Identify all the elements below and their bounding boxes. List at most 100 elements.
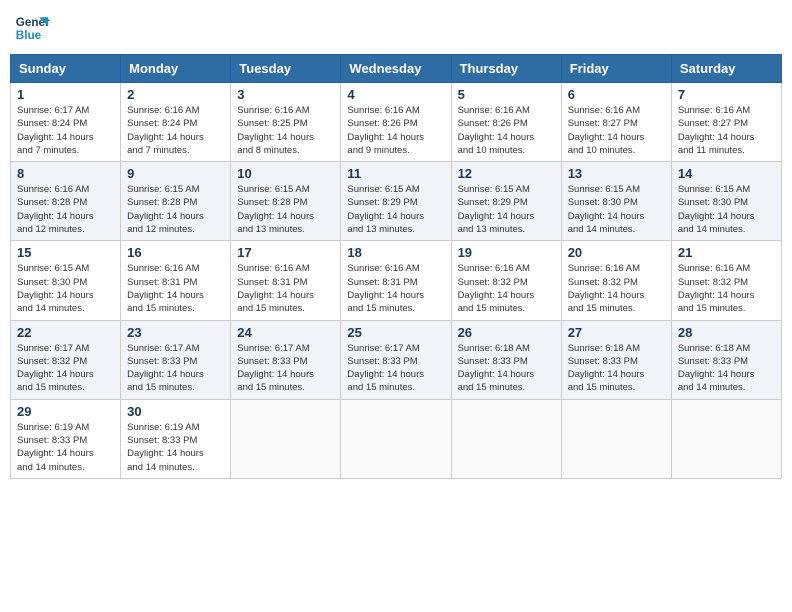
day-number: 18: [347, 245, 444, 260]
day-info: Sunrise: 6:15 AM Sunset: 8:30 PM Dayligh…: [17, 262, 114, 315]
calendar-cell: 11 Sunrise: 6:15 AM Sunset: 8:29 PM Dayli…: [341, 162, 451, 241]
col-header-wednesday: Wednesday: [341, 55, 451, 83]
calendar-cell: 30 Sunrise: 6:19 AM Sunset: 8:33 PM Dayli…: [121, 399, 231, 478]
calendar-cell: 7 Sunrise: 6:16 AM Sunset: 8:27 PM Daylig…: [671, 83, 781, 162]
calendar-cell: 2 Sunrise: 6:16 AM Sunset: 8:24 PM Daylig…: [121, 83, 231, 162]
svg-text:Blue: Blue: [16, 29, 42, 42]
calendar-header-row: SundayMondayTuesdayWednesdayThursdayFrid…: [11, 55, 782, 83]
day-number: 27: [568, 325, 665, 340]
day-number: 29: [17, 404, 114, 419]
day-number: 1: [17, 87, 114, 102]
day-info: Sunrise: 6:16 AM Sunset: 8:27 PM Dayligh…: [568, 104, 665, 157]
calendar-cell: 12 Sunrise: 6:15 AM Sunset: 8:29 PM Dayli…: [451, 162, 561, 241]
day-number: 7: [678, 87, 775, 102]
day-number: 21: [678, 245, 775, 260]
day-info: Sunrise: 6:16 AM Sunset: 8:32 PM Dayligh…: [678, 262, 775, 315]
col-header-tuesday: Tuesday: [231, 55, 341, 83]
day-info: Sunrise: 6:18 AM Sunset: 8:33 PM Dayligh…: [568, 342, 665, 395]
day-info: Sunrise: 6:16 AM Sunset: 8:31 PM Dayligh…: [127, 262, 224, 315]
calendar-cell: 1 Sunrise: 6:17 AM Sunset: 8:24 PM Daylig…: [11, 83, 121, 162]
calendar-cell: 21 Sunrise: 6:16 AM Sunset: 8:32 PM Dayli…: [671, 241, 781, 320]
day-number: 6: [568, 87, 665, 102]
calendar-cell: 29Sunrise: 6:19 AM Sunset: 8:33 PM Dayli…: [11, 399, 121, 478]
day-number: 16: [127, 245, 224, 260]
day-info: Sunrise: 6:16 AM Sunset: 8:31 PM Dayligh…: [237, 262, 334, 315]
calendar-week-row: 15 Sunrise: 6:15 AM Sunset: 8:30 PM Dayli…: [11, 241, 782, 320]
day-number: 17: [237, 245, 334, 260]
day-number: 20: [568, 245, 665, 260]
day-info: Sunrise: 6:16 AM Sunset: 8:28 PM Dayligh…: [17, 183, 114, 236]
day-info: Sunrise: 6:15 AM Sunset: 8:28 PM Dayligh…: [237, 183, 334, 236]
calendar-cell: 18 Sunrise: 6:16 AM Sunset: 8:31 PM Dayli…: [341, 241, 451, 320]
calendar-cell: 22 Sunrise: 6:17 AM Sunset: 8:32 PM Dayli…: [11, 320, 121, 399]
calendar-cell: 20 Sunrise: 6:16 AM Sunset: 8:32 PM Dayli…: [561, 241, 671, 320]
col-header-friday: Friday: [561, 55, 671, 83]
day-info: Sunrise: 6:16 AM Sunset: 8:26 PM Dayligh…: [458, 104, 555, 157]
day-number: 28: [678, 325, 775, 340]
day-info: Sunrise: 6:15 AM Sunset: 8:29 PM Dayligh…: [347, 183, 444, 236]
calendar-cell: 8Sunrise: 6:16 AM Sunset: 8:28 PM Daylig…: [11, 162, 121, 241]
day-number: 23: [127, 325, 224, 340]
day-number: 26: [458, 325, 555, 340]
calendar-cell: 13Sunrise: 6:15 AM Sunset: 8:30 PM Dayli…: [561, 162, 671, 241]
day-number: 14: [678, 166, 775, 181]
day-number: 4: [347, 87, 444, 102]
day-number: 13: [568, 166, 665, 181]
calendar-cell: 10 Sunrise: 6:15 AM Sunset: 8:28 PM Dayli…: [231, 162, 341, 241]
col-header-sunday: Sunday: [11, 55, 121, 83]
calendar-week-row: 29 Sunrise: 6:19 AM Sunset: 8:33 PM Dayli…: [11, 399, 782, 478]
calendar-cell: 4 Sunrise: 6:16 AM Sunset: 8:26 PM Daylig…: [341, 83, 451, 162]
calendar-cell: 27 Sunrise: 6:18 AM Sunset: 8:33 PM Dayli…: [561, 320, 671, 399]
day-info: Sunrise: 6:17 AM Sunset: 8:24 PM Dayligh…: [17, 104, 114, 157]
calendar-cell: [671, 399, 781, 478]
day-info: Sunrise: 6:18 AM Sunset: 8:33 PM Dayligh…: [458, 342, 555, 395]
day-number: 9: [127, 166, 224, 181]
calendar-cell: 6 Sunrise: 6:16 AM Sunset: 8:27 PM Daylig…: [561, 83, 671, 162]
day-info: Sunrise: 6:16 AM Sunset: 8:26 PM Dayligh…: [347, 104, 444, 157]
calendar-cell: 14Sunrise: 6:15 AM Sunset: 8:30 PM Dayli…: [671, 162, 781, 241]
calendar-cell: 26 Sunrise: 6:18 AM Sunset: 8:33 PM Dayli…: [451, 320, 561, 399]
day-info: Sunrise: 6:15 AM Sunset: 8:28 PM Dayligh…: [127, 183, 224, 236]
calendar-cell: 25Sunrise: 6:17 AM Sunset: 8:33 PM Dayli…: [341, 320, 451, 399]
calendar-cell: 9 Sunrise: 6:15 AM Sunset: 8:28 PM Daylig…: [121, 162, 231, 241]
calendar-cell: 28Sunrise: 6:18 AM Sunset: 8:33 PM Dayli…: [671, 320, 781, 399]
day-number: 19: [458, 245, 555, 260]
col-header-monday: Monday: [121, 55, 231, 83]
day-info: Sunrise: 6:16 AM Sunset: 8:27 PM Dayligh…: [678, 104, 775, 157]
day-info: Sunrise: 6:16 AM Sunset: 8:32 PM Dayligh…: [568, 262, 665, 315]
day-info: Sunrise: 6:16 AM Sunset: 8:32 PM Dayligh…: [458, 262, 555, 315]
day-number: 15: [17, 245, 114, 260]
day-info: Sunrise: 6:16 AM Sunset: 8:25 PM Dayligh…: [237, 104, 334, 157]
day-number: 11: [347, 166, 444, 181]
day-number: 30: [127, 404, 224, 419]
calendar-cell: 17 Sunrise: 6:16 AM Sunset: 8:31 PM Dayli…: [231, 241, 341, 320]
logo-icon: General Blue: [14, 10, 50, 46]
day-number: 2: [127, 87, 224, 102]
header: General Blue: [10, 10, 782, 46]
calendar-cell: 16 Sunrise: 6:16 AM Sunset: 8:31 PM Dayli…: [121, 241, 231, 320]
day-info: Sunrise: 6:17 AM Sunset: 8:33 PM Dayligh…: [237, 342, 334, 395]
day-number: 5: [458, 87, 555, 102]
day-number: 22: [17, 325, 114, 340]
logo: General Blue: [14, 10, 50, 46]
calendar-table: SundayMondayTuesdayWednesdayThursdayFrid…: [10, 54, 782, 479]
day-info: Sunrise: 6:17 AM Sunset: 8:33 PM Dayligh…: [127, 342, 224, 395]
day-number: 3: [237, 87, 334, 102]
calendar-cell: 15 Sunrise: 6:15 AM Sunset: 8:30 PM Dayli…: [11, 241, 121, 320]
day-number: 25: [347, 325, 444, 340]
day-number: 24: [237, 325, 334, 340]
day-info: Sunrise: 6:16 AM Sunset: 8:31 PM Dayligh…: [347, 262, 444, 315]
calendar-cell: 23 Sunrise: 6:17 AM Sunset: 8:33 PM Dayli…: [121, 320, 231, 399]
calendar-cell: 3 Sunrise: 6:16 AM Sunset: 8:25 PM Daylig…: [231, 83, 341, 162]
calendar-cell: [231, 399, 341, 478]
day-number: 10: [237, 166, 334, 181]
day-info: Sunrise: 6:17 AM Sunset: 8:32 PM Dayligh…: [17, 342, 114, 395]
calendar-cell: [561, 399, 671, 478]
calendar-cell: 24 Sunrise: 6:17 AM Sunset: 8:33 PM Dayli…: [231, 320, 341, 399]
day-info: Sunrise: 6:16 AM Sunset: 8:24 PM Dayligh…: [127, 104, 224, 157]
day-number: 12: [458, 166, 555, 181]
calendar-cell: [341, 399, 451, 478]
calendar-cell: 5 Sunrise: 6:16 AM Sunset: 8:26 PM Daylig…: [451, 83, 561, 162]
day-info: Sunrise: 6:19 AM Sunset: 8:33 PM Dayligh…: [127, 421, 224, 474]
day-info: Sunrise: 6:15 AM Sunset: 8:29 PM Dayligh…: [458, 183, 555, 236]
